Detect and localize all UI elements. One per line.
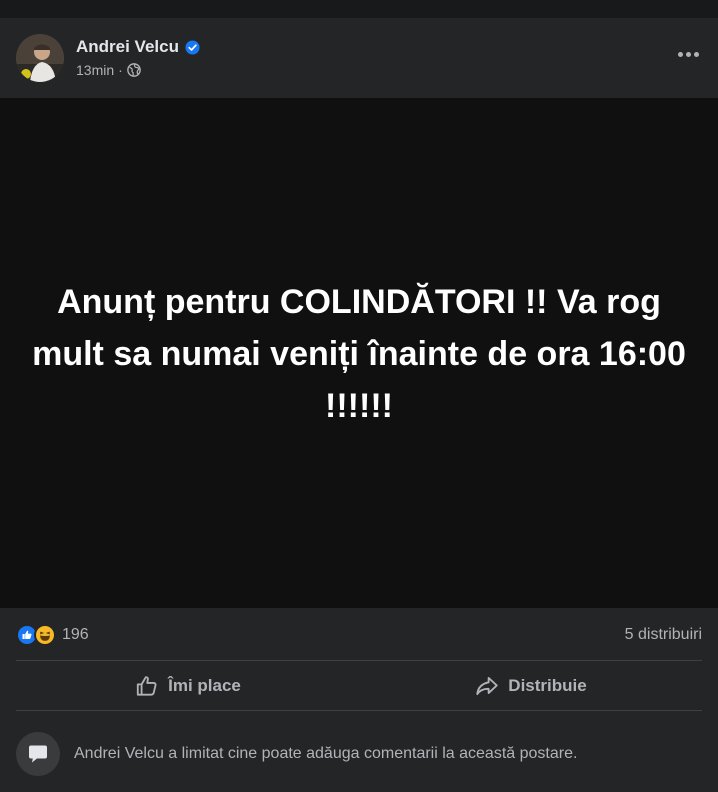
like-label: Îmi place — [168, 676, 241, 695]
share-label: Distribuie — [508, 676, 587, 695]
post-text-background: Anunț pentru COLINDĂTORI !! Va rog mult … — [0, 98, 718, 608]
author-name[interactable]: Andrei Velcu — [76, 37, 179, 57]
author-avatar[interactable] — [16, 34, 64, 82]
divider — [16, 660, 702, 661]
more-options-button[interactable] — [670, 36, 706, 72]
post-meta: 13min · — [76, 62, 141, 78]
globe-icon — [126, 63, 141, 77]
comments-notice-text: Andrei Velcu a limitat cine poate adăuga… — [74, 745, 578, 762]
author-row: Andrei Velcu — [76, 37, 200, 57]
post-timestamp[interactable]: 13min — [76, 62, 114, 78]
like-button[interactable]: Îmi place — [16, 662, 359, 710]
thumbs-up-icon — [136, 676, 157, 696]
meta-separator: · — [118, 62, 123, 78]
dot-icon — [677, 51, 683, 57]
reactions-bar: 196 5 distribuiri — [16, 622, 702, 648]
shares-count[interactable]: 5 distribuiri — [625, 626, 702, 644]
reactions-summary[interactable]: 196 — [16, 624, 89, 646]
post-text: Anunț pentru COLINDĂTORI !! Va rog mult … — [32, 283, 686, 425]
feed-background — [0, 0, 718, 18]
share-button[interactable]: Distribuie — [359, 662, 702, 710]
post-actions: Îmi place Distribuie — [16, 662, 702, 710]
share-arrow-icon — [476, 676, 498, 696]
comments-limited-notice: Andrei Velcu a limitat cine poate adăuga… — [16, 730, 702, 778]
comment-icon — [16, 732, 60, 776]
post-header: Andrei Velcu 13min · — [0, 18, 718, 98]
post-card: Andrei Velcu 13min · Anunț pentru COLIND… — [0, 18, 718, 792]
dot-icon — [685, 51, 691, 57]
dot-icon — [693, 51, 699, 57]
verified-badge-icon — [185, 39, 200, 55]
divider — [16, 710, 702, 711]
avatar-image — [16, 34, 64, 82]
reaction-count: 196 — [62, 626, 89, 643]
reaction-icons — [16, 624, 56, 646]
haha-icon — [34, 624, 56, 646]
